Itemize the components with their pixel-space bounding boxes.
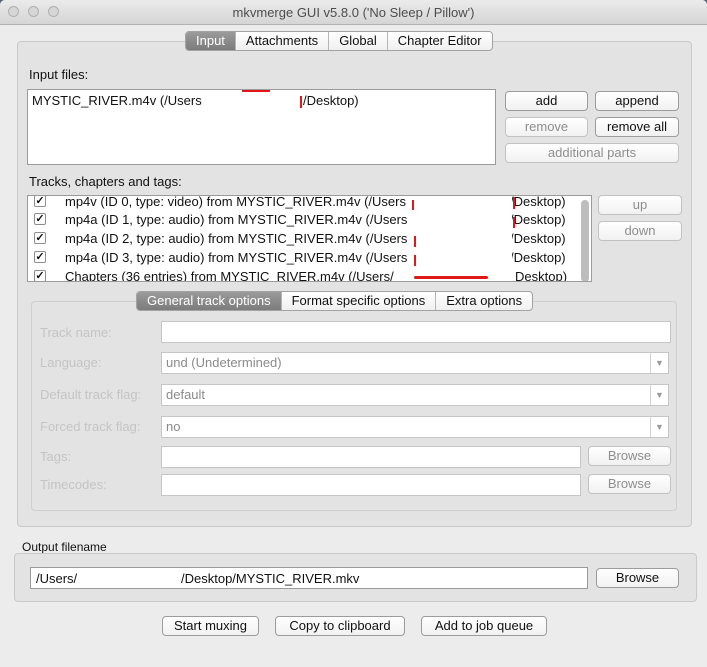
default-track-flag-label: Default track flag: [40,387,142,402]
chevron-down-icon: ▼ [650,353,668,373]
forced-track-flag-label: Forced track flag: [40,419,141,434]
output-filename-label: Output filename [22,540,107,554]
timecodes-browse-button[interactable]: Browse [588,474,671,494]
tab-general-track-options[interactable]: General track options [137,292,282,310]
chevron-down-icon: ▼ [650,385,668,405]
track-path-end: Desktop) [515,269,568,282]
track-text: Chapters (36 entries) from MYSTIC_RIVER.… [65,269,394,282]
track-path-end: /Desktop) [510,195,566,209]
timecodes-field[interactable] [161,474,581,496]
track-text: mp4a (ID 3, type: audio) from MYSTIC_RIV… [65,250,408,265]
tracks-scrollbar[interactable] [581,200,589,281]
output-filename-field[interactable]: /Users/ /Desktop/MYSTIC_RIVER.mkv [30,567,588,589]
add-to-job-queue-button[interactable]: Add to job queue [421,616,547,636]
remove-all-button[interactable]: remove all [595,117,679,137]
input-file-name: MYSTIC_RIVER.m4v (/Users [32,93,202,108]
redaction-mark [414,255,416,266]
down-button[interactable]: down [598,221,682,241]
tags-field[interactable] [161,446,581,468]
main-tab-bar: Input Attachments Global Chapter Editor [185,31,493,51]
redacted-path [206,92,302,110]
input-file-path-end: /Desktop) [303,93,359,108]
tracks-label: Tracks, chapters and tags: [29,174,182,189]
language-label: Language: [40,355,102,370]
track-checkbox[interactable]: ✓ [34,213,46,225]
redaction-mark [414,276,488,279]
up-button[interactable]: up [598,195,682,215]
title-bar: mkvmerge GUI v5.8.0 ('No Sleep / Pillow'… [0,0,707,25]
redacted-path [416,196,512,281]
redaction-mark [414,236,416,247]
copy-to-clipboard-button[interactable]: Copy to clipboard [275,616,405,636]
redaction-mark [412,200,414,210]
language-value: und (Undetermined) [166,355,282,370]
tab-input[interactable]: Input [186,32,236,50]
remove-button[interactable]: remove [505,117,588,137]
output-path-end: /Desktop/MYSTIC_RIVER.mkv [181,571,360,586]
chevron-down-icon: ▼ [650,417,668,437]
default-flag-value: default [166,387,206,402]
input-files-list[interactable]: MYSTIC_RIVER.m4v (/Users /Desktop) [27,89,496,165]
track-name-label: Track name: [40,325,112,340]
forced-flag-value: no [166,419,181,434]
track-text: mp4a (ID 1, type: audio) from MYSTIC_RIV… [65,212,408,227]
tracks-list[interactable]: ✓ mp4v (ID 0, type: video) from MYSTIC_R… [27,195,592,282]
append-button[interactable]: append [595,91,679,111]
redaction-mark [242,90,270,92]
tab-format-specific-options[interactable]: Format specific options [282,292,437,310]
track-checkbox[interactable]: ✓ [34,251,46,263]
redaction-mark [300,96,302,108]
output-browse-button[interactable]: Browse [596,568,679,588]
add-button[interactable]: add [505,91,588,111]
start-muxing-button[interactable]: Start muxing [162,616,259,636]
tab-extra-options[interactable]: Extra options [436,292,532,310]
input-files-label: Input files: [29,67,89,82]
default-track-flag-select[interactable]: default ▼ [161,384,669,406]
forced-track-flag-select[interactable]: no ▼ [161,416,669,438]
track-path-end: /Desktop) [510,212,566,227]
mkvmerge-window: mkvmerge GUI v5.8.0 ('No Sleep / Pillow'… [0,0,707,667]
tags-browse-button[interactable]: Browse [588,446,671,466]
track-path-end: /Desktop) [510,250,566,265]
language-select[interactable]: und (Undetermined) ▼ [161,352,669,374]
track-text: mp4a (ID 2, type: audio) from MYSTIC_RIV… [65,231,408,246]
track-text: mp4v (ID 0, type: video) from MYSTIC_RIV… [65,195,406,209]
track-path-end: /Desktop) [510,231,566,246]
output-path-start: /Users/ [36,571,78,586]
window-title: mkvmerge GUI v5.8.0 ('No Sleep / Pillow'… [232,5,475,20]
track-name-field[interactable] [161,321,671,343]
track-checkbox[interactable]: ✓ [34,196,46,207]
tab-chapter-editor[interactable]: Chapter Editor [388,32,492,50]
track-checkbox[interactable]: ✓ [34,232,46,244]
additional-parts-button[interactable]: additional parts [505,143,679,163]
tags-label: Tags: [40,449,72,464]
redaction-mark [513,197,515,209]
track-checkbox[interactable]: ✓ [34,270,46,281]
timecodes-label: Timecodes: [40,477,107,492]
tab-attachments[interactable]: Attachments [236,32,330,50]
redaction-mark [513,217,515,228]
tab-global[interactable]: Global [329,32,388,50]
input-file-item[interactable]: MYSTIC_RIVER.m4v (/Users [32,93,202,108]
option-tab-bar: General track options Format specific op… [136,291,534,311]
